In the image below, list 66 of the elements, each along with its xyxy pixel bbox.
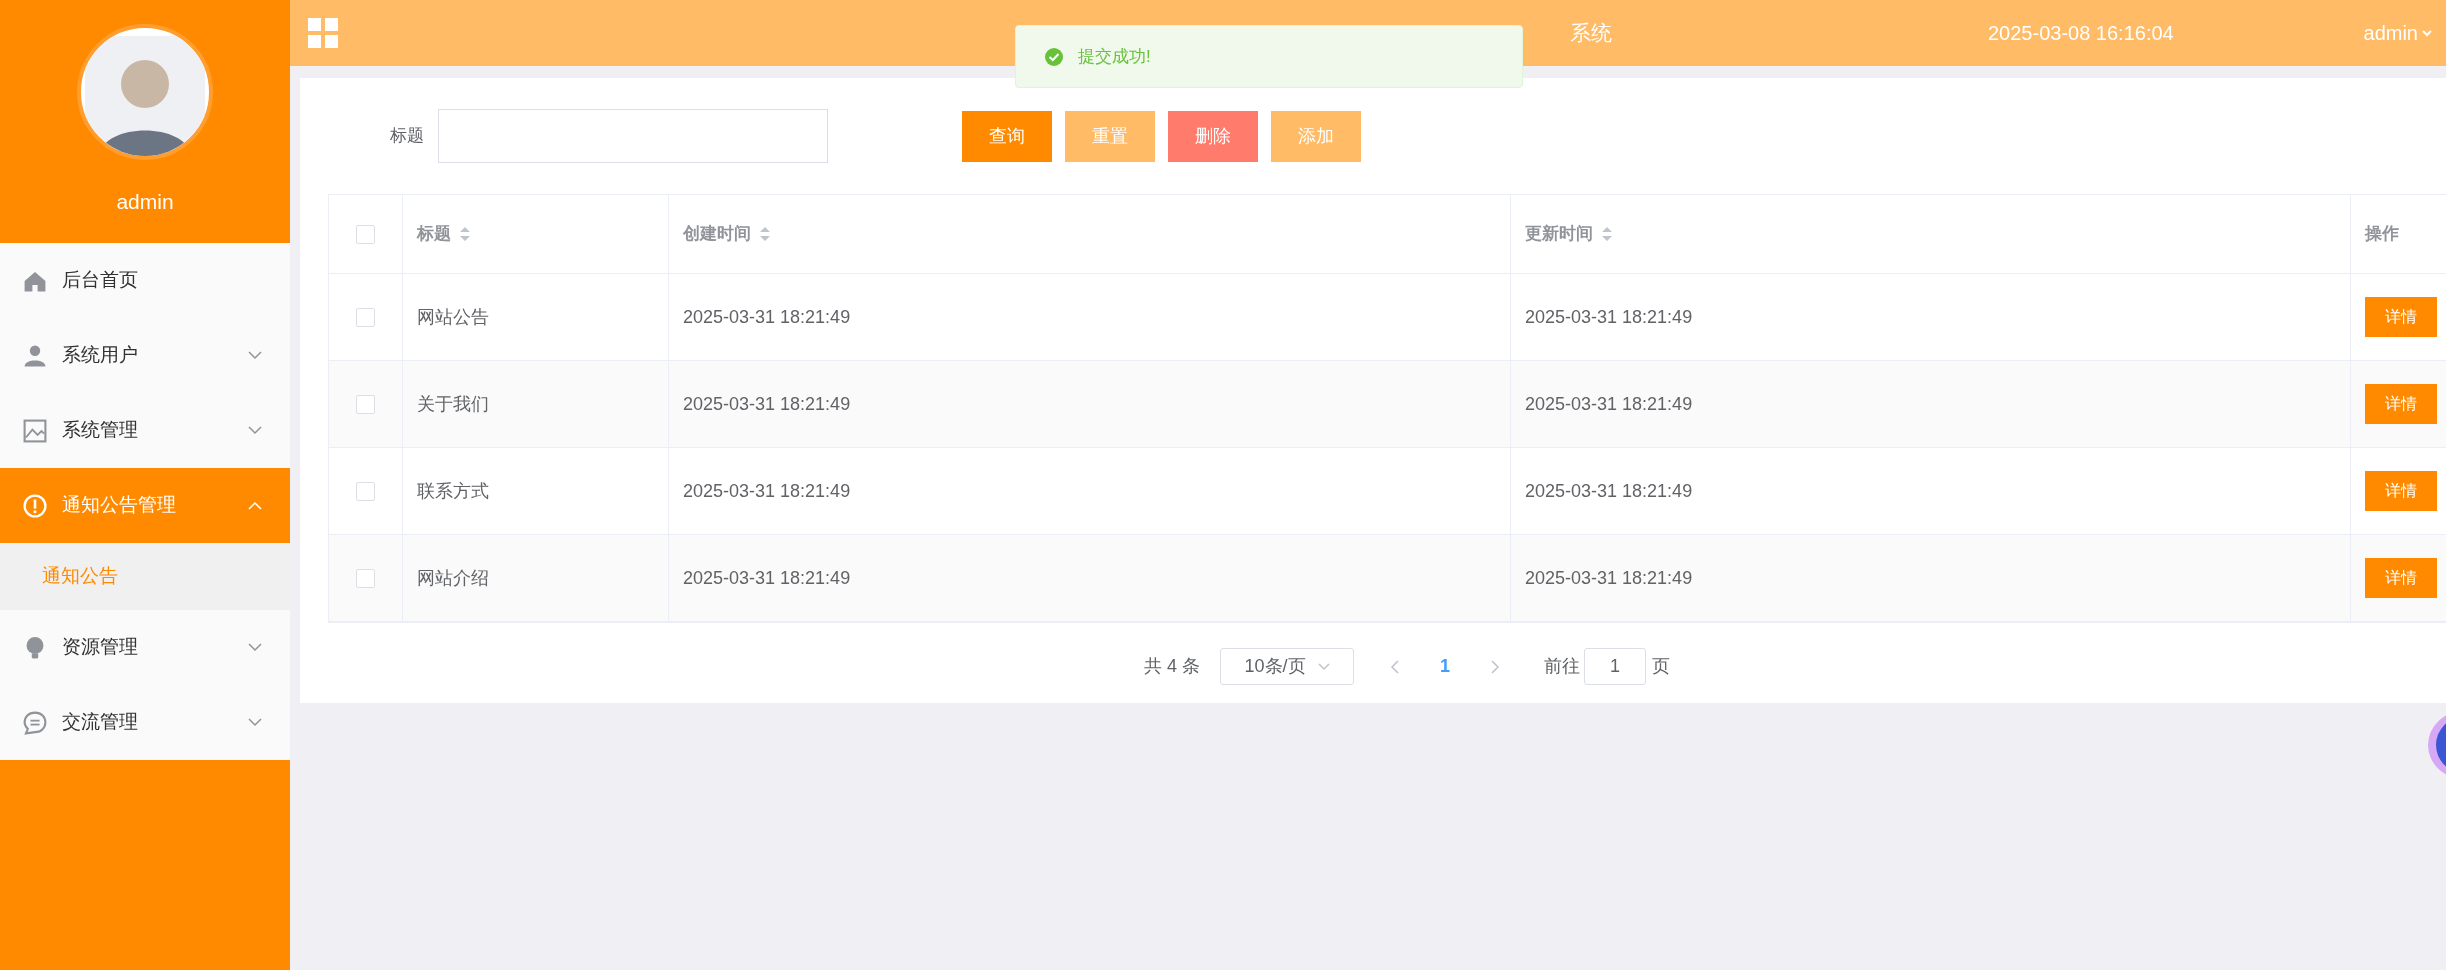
row-checkbox[interactable] xyxy=(356,568,375,588)
column-header: 创建时间 xyxy=(683,223,751,246)
page-number[interactable]: 1 xyxy=(1440,653,1451,680)
success-toast: 提交成功! xyxy=(1015,25,1523,88)
sidebar-item[interactable]: 系统管理 xyxy=(0,393,290,468)
table-cell-text: 联系方式 xyxy=(417,479,489,503)
goto-suffix: 页 xyxy=(1652,655,1671,678)
sidebar-item[interactable]: 交流管理 xyxy=(0,685,290,760)
search-label: 标题 xyxy=(390,125,424,148)
sidebar-subitem[interactable]: 通知公告 xyxy=(0,543,290,610)
detail-button[interactable]: 详情 xyxy=(2365,558,2437,598)
detail-button[interactable]: 详情 xyxy=(2365,297,2437,337)
next-page-icon[interactable] xyxy=(1490,659,1501,674)
chevron-down-icon xyxy=(248,426,262,435)
chevron-up-icon xyxy=(248,501,262,510)
chevron-down-icon xyxy=(248,643,262,652)
prev-page-icon[interactable] xyxy=(1390,659,1400,674)
caret-icon xyxy=(2422,29,2432,37)
goto-label: 前往 xyxy=(1544,655,1581,678)
total-count: 共 4 条 xyxy=(1144,655,1200,678)
table-cell-text: 2025-03-31 18:21:49 xyxy=(683,305,851,329)
chevron-down-icon xyxy=(248,351,262,360)
table-cell-text: 2025-03-31 18:21:49 xyxy=(1525,305,1693,329)
sort-icon[interactable] xyxy=(1601,226,1613,242)
action-button[interactable]: 重置 xyxy=(1065,110,1155,162)
sort-icon[interactable] xyxy=(759,226,771,242)
select-all-checkbox[interactable] xyxy=(356,224,375,244)
check-circle-icon xyxy=(1044,46,1064,67)
action-button[interactable]: 删除 xyxy=(1168,110,1258,162)
table-cell-text: 2025-03-31 18:21:49 xyxy=(1525,479,1693,503)
column-header: 标题 xyxy=(417,223,451,246)
table-cell-text: 网站公告 xyxy=(417,305,489,329)
header-datetime: 2025-03-08 16:16:04 xyxy=(1988,21,2174,46)
image-icon xyxy=(22,417,48,444)
user-menu[interactable]: admin xyxy=(2363,18,2432,48)
table-cell-text: 网站介绍 xyxy=(417,566,489,590)
detail-button[interactable]: 详情 xyxy=(2365,384,2437,424)
sidebar-item[interactable]: 后台首页 xyxy=(0,243,290,318)
table-cell-text: 2025-03-31 18:21:49 xyxy=(683,392,851,416)
sidebar-item[interactable]: 通知公告管理 xyxy=(0,468,290,543)
sidebar-item[interactable]: 资源管理 xyxy=(0,610,290,685)
chevron-down-icon xyxy=(1317,662,1330,671)
table-cell-text: 2025-03-31 18:21:49 xyxy=(683,479,851,503)
table-cell-text: 2025-03-31 18:21:49 xyxy=(683,566,851,590)
header-title: 系统 xyxy=(1570,20,1612,47)
goto-page-field[interactable]: 1 xyxy=(1584,648,1647,685)
action-button[interactable]: 添加 xyxy=(1271,110,1361,162)
table-cell-text: 2025-03-31 18:21:49 xyxy=(1525,392,1693,416)
column-header: 更新时间 xyxy=(1525,223,1593,246)
row-checkbox[interactable] xyxy=(356,481,375,501)
page-size-select[interactable]: 10条/页 xyxy=(1220,648,1354,685)
chat-icon xyxy=(22,709,48,736)
row-checkbox[interactable] xyxy=(356,307,375,327)
action-button[interactable]: 查询 xyxy=(962,110,1052,162)
column-header: 操作 xyxy=(2365,223,2399,246)
grid-menu-icon[interactable] xyxy=(308,18,338,48)
chevron-down-icon xyxy=(248,718,262,727)
sort-icon[interactable] xyxy=(459,226,471,242)
sidebar-item[interactable]: 系统用户 xyxy=(0,318,290,393)
row-checkbox[interactable] xyxy=(356,394,375,414)
detail-button[interactable]: 详情 xyxy=(2365,471,2437,511)
sidebar-username: admin xyxy=(116,189,174,215)
alert-icon xyxy=(22,492,48,519)
table-cell-text: 关于我们 xyxy=(417,392,489,416)
search-field[interactable] xyxy=(438,109,828,163)
table-cell-text: 2025-03-31 18:21:49 xyxy=(1525,566,1693,590)
